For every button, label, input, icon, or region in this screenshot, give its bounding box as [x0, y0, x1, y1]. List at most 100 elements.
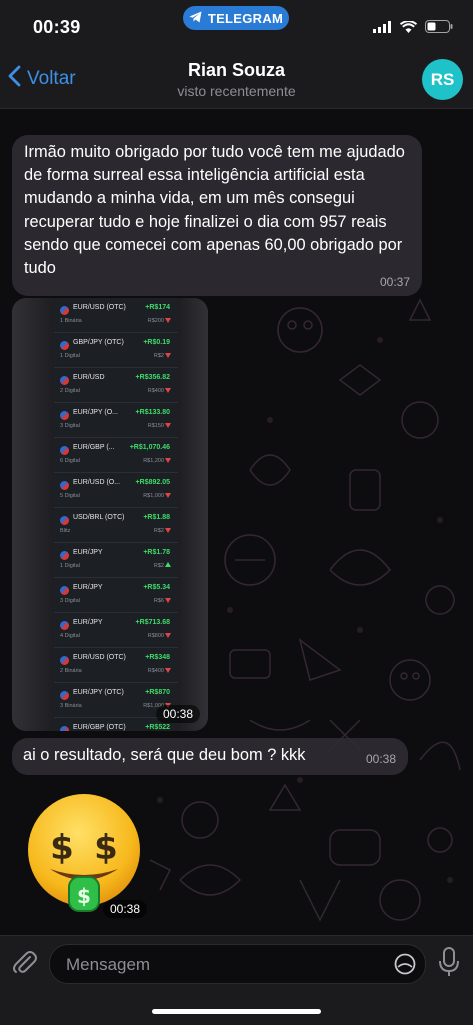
trade-pair: EUR/USD (OTC): [73, 304, 126, 311]
currency-flag-icon: [60, 411, 69, 420]
microphone-icon[interactable]: [438, 947, 460, 977]
trade-profit: +R$356.82: [135, 374, 170, 381]
trade-pair: EUR/USD (O...: [73, 479, 121, 486]
trade-type: 5 Digital: [60, 493, 80, 499]
status-bar: 00:39 TELEGRAM: [0, 0, 473, 50]
currency-flag-icon: [60, 516, 69, 525]
arrow-down-icon: [165, 633, 171, 638]
trade-pair: EUR/JPY: [73, 619, 103, 626]
photo-message[interactable]: EUR/USD (OTC) 1 Binária +R$174 R$200 GBP/JPY…: [12, 298, 208, 731]
trade-amount: R$150: [147, 423, 164, 429]
svg-text:$: $: [94, 828, 118, 868]
arrow-down-icon: [165, 528, 171, 533]
trade-row: EUR/JPY 4 Digital +R$713.68 R$800: [54, 613, 178, 648]
paperclip-icon[interactable]: [10, 948, 38, 976]
trade-amount: R$400: [147, 668, 164, 674]
message-field[interactable]: [49, 944, 426, 985]
trade-type: 3 Digital: [60, 423, 80, 429]
photo-time: 00:38: [155, 705, 200, 723]
trade-pair: EUR/GBP (OTC): [73, 724, 126, 731]
trade-type: 3 Digital: [60, 598, 80, 604]
currency-flag-icon: [60, 726, 69, 731]
trade-amount: R$200: [147, 318, 164, 324]
message-text: Irmão muito obrigado por tudo você tem m…: [24, 143, 405, 278]
arrow-down-icon: [165, 353, 171, 358]
trade-amount: R$2: [153, 353, 164, 359]
currency-flag-icon: [60, 481, 69, 490]
trade-pair: EUR/JPY (O...: [73, 409, 118, 416]
message-time: 00:37: [379, 275, 410, 289]
arrow-down-icon: [165, 423, 171, 428]
trade-pair: EUR/USD: [73, 374, 105, 381]
trade-row: EUR/JPY 1 Digital +R$1.78 R$2: [54, 543, 178, 578]
trade-profit: +R$1.88: [143, 514, 170, 521]
trade-amount: R$1,000: [143, 493, 164, 499]
trade-type: 1 Digital: [60, 353, 80, 359]
home-indicator[interactable]: [152, 1009, 321, 1014]
trade-row: EUR/USD (OTC) 1 Binária +R$174 R$200: [54, 298, 178, 333]
trade-profit: +R$0.19: [143, 339, 170, 346]
trade-amount: R$400: [147, 388, 164, 394]
trade-type: 4 Digital: [60, 633, 80, 639]
trade-row: USD/BRL (OTC) Blitz +R$1.88 R$2: [54, 508, 178, 543]
battery-icon: [425, 20, 453, 38]
arrow-down-icon: [165, 318, 171, 323]
trade-pair: USD/BRL (OTC): [73, 514, 125, 521]
trade-row: EUR/USD (OTC) 2 Binária +R$348 R$400: [54, 648, 178, 683]
trade-row: EUR/USD (O... 5 Digital +R$892.05 R$1,000: [54, 473, 178, 508]
photo-edge-left: [12, 298, 54, 731]
trade-profit: +R$892.05: [135, 479, 170, 486]
currency-flag-icon: [60, 586, 69, 595]
trade-pair: EUR/USD (OTC): [73, 654, 126, 661]
arrow-down-icon: [165, 493, 171, 498]
wifi-icon: [399, 20, 418, 38]
telegram-icon: [189, 11, 202, 26]
sticker-icon[interactable]: [394, 953, 416, 975]
trade-pair: GBP/JPY (OTC): [73, 339, 124, 346]
photo-edge-right: [178, 298, 208, 731]
currency-flag-icon: [60, 376, 69, 385]
currency-flag-icon: [60, 691, 69, 700]
arrow-down-icon: [165, 458, 171, 463]
money-mouth-face-icon[interactable]: $ $ $: [22, 793, 148, 915]
trade-row: EUR/USD 2 Digital +R$356.82 R$400: [54, 368, 178, 403]
contact-status: visto recentemente: [177, 83, 296, 99]
arrow-down-icon: [165, 668, 171, 673]
trade-profit: +R$5.34: [143, 584, 170, 591]
trade-pair: EUR/JPY: [73, 584, 103, 591]
message-input[interactable]: [64, 945, 388, 985]
svg-text:$: $: [50, 828, 74, 868]
trade-row: EUR/GBP (... 6 Digital +R$1,070.46 R$1,200: [54, 438, 178, 473]
incoming-message-bubble[interactable]: Irmão muito obrigado por tudo você tem m…: [12, 135, 422, 296]
currency-flag-icon: [60, 341, 69, 350]
contact-name[interactable]: Rian Souza: [0, 60, 473, 81]
telegram-pill-label: TELEGRAM: [207, 10, 284, 26]
chat-header: Voltar Rian Souza visto recentemente RS: [0, 50, 473, 109]
trade-history-list: EUR/USD (OTC) 1 Binária +R$174 R$200 GBP/JPY…: [54, 298, 178, 731]
avatar[interactable]: RS: [422, 59, 463, 100]
trade-row: GBP/JPY (OTC) 1 Digital +R$0.19 R$2: [54, 333, 178, 368]
currency-flag-icon: [60, 446, 69, 455]
trade-amount: R$6: [153, 598, 164, 604]
incoming-message-bubble[interactable]: ai o resultado, será que deu bom ? kkk 0…: [12, 738, 408, 775]
trade-pair: EUR/JPY: [73, 549, 103, 556]
currency-flag-icon: [60, 551, 69, 560]
telegram-return-pill[interactable]: TELEGRAM: [183, 6, 289, 30]
trade-type: 6 Digital: [60, 458, 80, 464]
currency-flag-icon: [60, 656, 69, 665]
trade-type: 2 Binária: [60, 668, 82, 674]
sticker-time: 00:38: [103, 900, 148, 918]
status-time: 00:39: [33, 17, 81, 37]
trade-row: EUR/JPY 3 Digital +R$5.34 R$6: [54, 578, 178, 613]
avatar-initials: RS: [430, 69, 455, 89]
trade-amount: R$2: [153, 563, 164, 569]
arrow-up-icon: [165, 562, 171, 567]
trade-amount: R$1,200: [143, 458, 164, 464]
trade-profit: +R$1.78: [143, 549, 170, 556]
message-text: ai o resultado, será que deu bom ? kkk: [23, 746, 306, 764]
trade-profit: +R$174: [145, 304, 170, 311]
arrow-down-icon: [165, 388, 171, 393]
message-time: 00:38: [365, 752, 396, 766]
currency-flag-icon: [60, 306, 69, 315]
trade-type: 2 Digital: [60, 388, 80, 394]
